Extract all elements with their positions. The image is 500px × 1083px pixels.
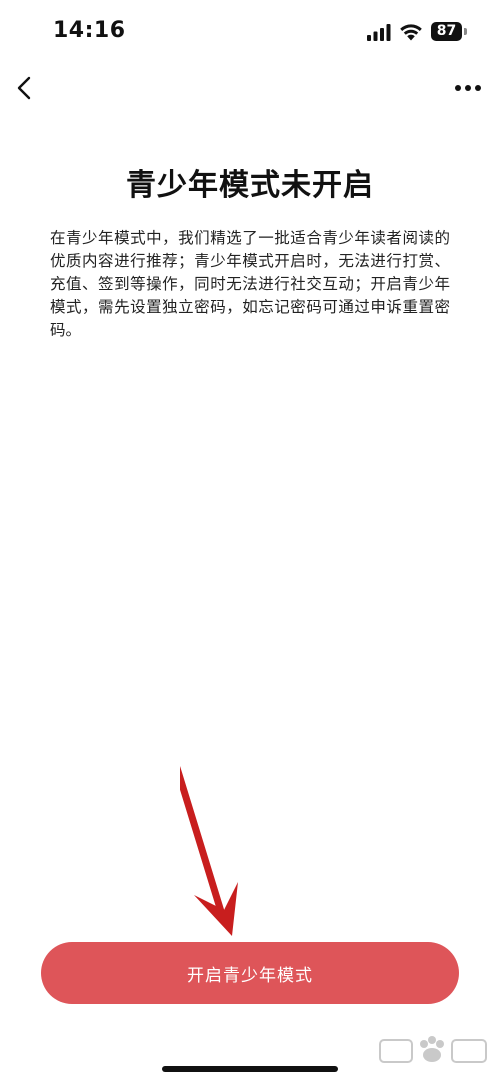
watermark-logo [379,1036,487,1063]
teen-mode-screen: 14:16 87 青少年模式未开启 在青少年模式中，我们精选了一批适合青少年读者… [0,0,500,1083]
more-options-button[interactable] [450,76,486,100]
battery-cap [464,28,467,35]
description-text: 在青少年模式中，我们精选了一批适合青少年读者阅读的优质内容进行推荐；青少年模式开… [50,229,450,339]
back-button[interactable] [8,72,40,104]
status-bar: 14:16 87 [0,0,500,64]
enable-teen-mode-button[interactable]: 开启青少年模式 [41,942,459,1004]
battery-icon: 87 [431,22,462,41]
wifi-icon [400,24,422,41]
red-arrow-icon [180,766,238,936]
page-title: 青少年模式未开启 [126,168,374,203]
battery-level: 87 [436,23,457,39]
home-indicator[interactable] [162,1066,338,1072]
signal-icon [367,24,391,41]
more-horizontal-icon [455,85,481,91]
enable-teen-mode-label: 开启青少年模式 [187,965,313,986]
chevron-left-icon [17,76,31,100]
status-time: 14:16 [53,18,126,43]
